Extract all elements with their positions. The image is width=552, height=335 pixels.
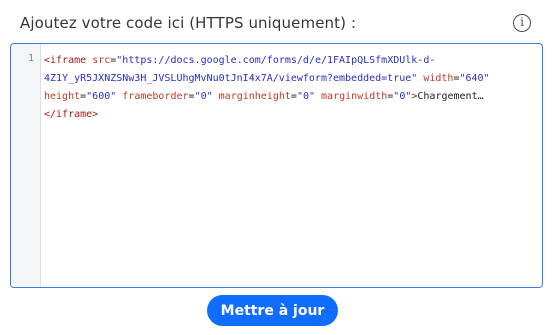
code-line: 4Z1Y_yR5JXNZSNw3H_JVSLUhgMvNu0tJnI4x7A/v…: [44, 70, 536, 88]
line-number-gutter: 1: [11, 44, 41, 287]
code-token: "0": [296, 91, 315, 102]
code-line: <iframe src="https://docs.google.com/for…: [44, 52, 536, 70]
code-token: width: [423, 73, 454, 84]
code-field-label: Ajoutez votre code ici (HTTPS uniquement…: [20, 14, 357, 32]
code-line: </iframe>: [44, 106, 536, 124]
code-token: <iframe: [44, 55, 87, 66]
code-token: 4Z1Y_yR5JXNZSNw3H_JVSLUhgMvNu0tJnI4x7A/v…: [44, 73, 418, 84]
code-line: height="600" frameborder="0" marginheigh…: [44, 88, 536, 106]
info-icon[interactable]: i: [513, 14, 531, 32]
code-token: </iframe>: [44, 109, 99, 120]
code-token: "https://docs.google.com/forms/d/e/1FAIp…: [116, 55, 436, 66]
code-token: marginheight: [218, 91, 291, 102]
code-content[interactable]: <iframe src="https://docs.google.com/for…: [44, 52, 536, 124]
code-token: marginwidth: [321, 91, 388, 102]
code-token: "600": [86, 91, 117, 102]
code-token: "0": [194, 91, 213, 102]
embed-code-panel: Ajoutez votre code ici (HTTPS uniquement…: [0, 0, 552, 335]
code-editor[interactable]: 1 <iframe src="https://docs.google.com/f…: [10, 43, 543, 288]
code-token: Chargement…: [417, 91, 484, 102]
code-token: height: [44, 91, 81, 102]
code-token: "640": [459, 73, 490, 84]
code-token: src: [92, 55, 111, 66]
line-number: 1: [27, 53, 34, 64]
code-token: "0": [393, 91, 412, 102]
update-button[interactable]: Mettre à jour: [207, 295, 338, 326]
code-token: frameborder: [122, 91, 189, 102]
